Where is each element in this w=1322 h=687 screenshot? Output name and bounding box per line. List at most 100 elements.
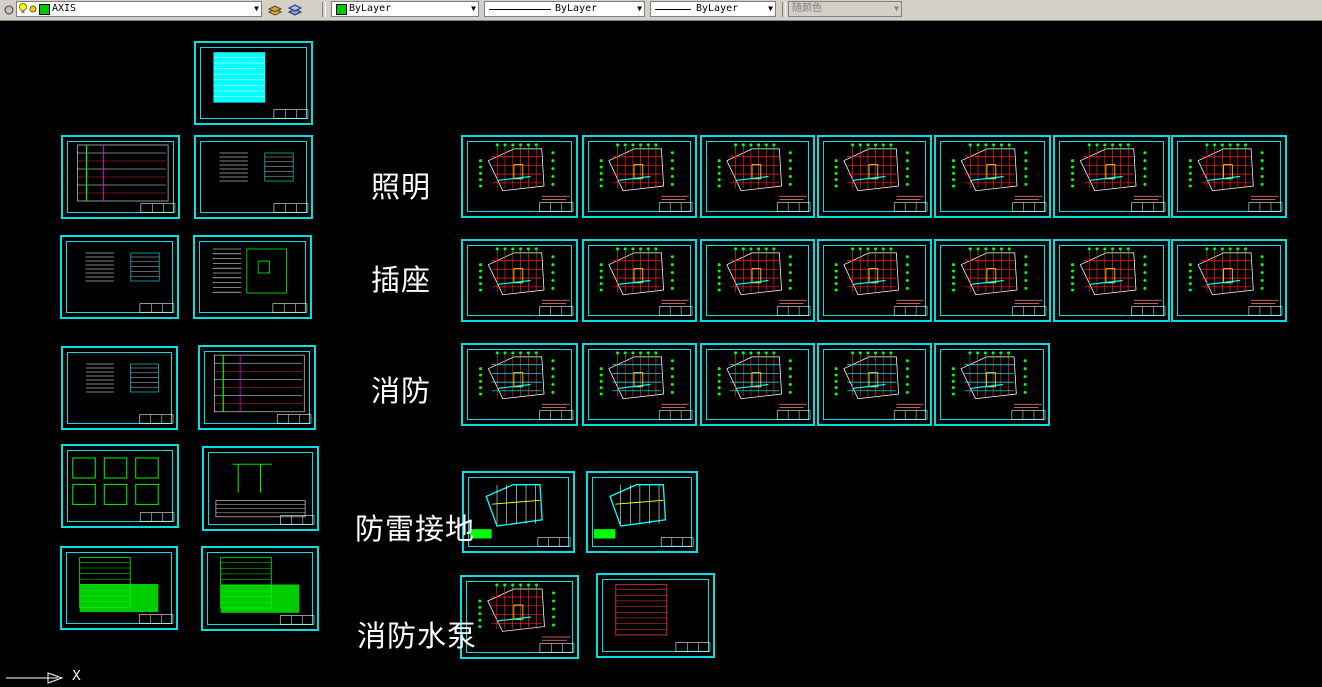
drawing-sheet-10[interactable]	[60, 546, 178, 630]
sheet-drawing	[952, 247, 1047, 316]
drawing-sheet-7[interactable]	[198, 345, 316, 430]
drawing-sheet-28[interactable]	[700, 343, 815, 426]
drawing-sheet-1[interactable]	[194, 41, 313, 125]
sheet-drawing	[834, 247, 928, 316]
sheet-drawing	[834, 351, 928, 420]
sheet-drawing	[77, 144, 176, 213]
sun-icon	[28, 3, 38, 14]
plotstyle-value: 随颜色	[792, 3, 822, 14]
drawing-sheet-9[interactable]	[202, 446, 319, 531]
sheet-drawing	[479, 247, 574, 316]
drawing-sheet-34[interactable]	[596, 573, 715, 658]
sheet-drawing	[594, 484, 694, 547]
drawing-sheet-25[interactable]	[1171, 239, 1287, 322]
drawing-sheet-17[interactable]	[1053, 135, 1170, 218]
drawing-sheet-16[interactable]	[934, 135, 1051, 218]
sheet-drawing	[951, 351, 1046, 420]
sheet-drawing	[834, 143, 928, 212]
drawing-sheet-15[interactable]	[817, 135, 932, 218]
sheet-drawing	[212, 248, 308, 313]
sheet-drawing	[599, 143, 693, 212]
sheet-drawing	[86, 363, 174, 424]
lineweight-value: ByLayer	[696, 3, 739, 14]
sheet-drawing	[1188, 143, 1283, 212]
sheet-drawing	[72, 457, 175, 522]
linetype-dropdown[interactable]: ByLayer ▼	[484, 1, 645, 17]
drawing-sheet-3[interactable]	[194, 135, 313, 219]
chevron-down-icon: ▼	[768, 4, 773, 13]
section-label-lighting: 照明	[371, 170, 432, 204]
toolbar-separator	[322, 2, 326, 17]
drawing-sheet-5[interactable]	[193, 235, 312, 319]
section-label-fire: 消防	[371, 374, 432, 408]
lineweight-dropdown[interactable]: ByLayer ▼	[650, 1, 776, 17]
make-layer-current-icon[interactable]	[267, 2, 283, 16]
drawing-sheet-13[interactable]	[582, 135, 697, 218]
sheet-drawing	[79, 557, 174, 624]
chevron-down-icon: ▼	[637, 4, 642, 13]
properties-toolbar: AXIS ▼ ByLayer ▼ ByLayer ▼ ByLayer ▼ 随颜色…	[0, 0, 1322, 21]
drawing-sheet-21[interactable]	[700, 239, 815, 322]
chevron-down-icon: ▼	[894, 4, 899, 13]
drawing-sheet-24[interactable]	[1053, 239, 1170, 322]
linetype-value: ByLayer	[555, 3, 598, 14]
drawing-sheet-31[interactable]	[462, 471, 575, 553]
section-label-pump: 消防水泵	[357, 619, 478, 653]
drawing-sheet-27[interactable]	[582, 343, 697, 426]
drawing-sheet-18[interactable]	[1171, 135, 1287, 218]
sheet-drawing	[599, 247, 693, 316]
drawing-sheet-20[interactable]	[582, 239, 697, 322]
lineweight-sample	[655, 9, 691, 10]
drawing-sheet-4[interactable]	[60, 235, 179, 319]
layer-dropdown[interactable]: AXIS ▼	[16, 1, 262, 17]
sheet-drawing	[952, 143, 1047, 212]
drawing-sheet-22[interactable]	[817, 239, 932, 322]
sheet-drawing	[599, 351, 693, 420]
drawing-sheet-23[interactable]	[934, 239, 1051, 322]
toolbar-separator	[782, 2, 786, 17]
sheet-drawing	[1071, 247, 1166, 316]
layer-color-swatch	[39, 4, 50, 15]
drawing-sheet-32[interactable]	[586, 471, 698, 553]
layer-previous-icon[interactable]	[287, 2, 303, 16]
drawing-sheet-19[interactable]	[461, 239, 578, 322]
drawing-sheet-8[interactable]	[61, 444, 179, 528]
color-swatch	[336, 4, 347, 15]
sheet-drawing	[1071, 143, 1166, 212]
chevron-down-icon: ▼	[471, 4, 476, 13]
sheet-drawing	[615, 584, 711, 652]
sheet-drawing	[479, 143, 574, 212]
sheet-drawing	[478, 583, 575, 653]
drawing-sheet-29[interactable]	[817, 343, 932, 426]
sheet-drawing	[85, 252, 175, 313]
drawing-sheet-26[interactable]	[461, 343, 578, 426]
drawing-sheet-12[interactable]	[461, 135, 578, 218]
color-value: ByLayer	[349, 3, 392, 14]
sheet-drawing	[717, 143, 811, 212]
drawing-sheet-14[interactable]	[700, 135, 815, 218]
drawing-canvas[interactable]: 照明 插座 消防 防雷接地 消防水泵 X	[0, 21, 1322, 687]
chevron-down-icon: ▼	[254, 4, 259, 13]
sheet-drawing	[479, 351, 574, 420]
sheet-drawing	[220, 557, 315, 625]
color-dropdown[interactable]: ByLayer ▼	[331, 1, 479, 17]
section-label-socket: 插座	[371, 263, 432, 297]
layer-name: AXIS	[52, 3, 77, 14]
drawing-sheet-11[interactable]	[201, 546, 319, 631]
drawing-sheet-30[interactable]	[934, 343, 1050, 426]
sheet-drawing	[717, 351, 811, 420]
lightbulb-icon	[19, 3, 27, 14]
sheet-drawing	[717, 247, 811, 316]
plotstyle-dropdown: 随颜色 ▼	[788, 1, 902, 17]
layer-state-icon[interactable]	[2, 2, 16, 16]
linetype-sample	[489, 9, 551, 10]
drawing-sheet-6[interactable]	[61, 346, 178, 430]
sheet-drawing	[213, 354, 312, 424]
drawing-sheet-2[interactable]	[61, 135, 180, 219]
sheet-drawing	[215, 463, 315, 525]
sheet-drawing	[213, 52, 309, 119]
sheet-drawing	[1188, 247, 1283, 316]
drawing-sheet-33[interactable]	[460, 575, 579, 659]
ucs-x-label: X	[72, 669, 81, 684]
sheet-drawing	[470, 484, 571, 547]
